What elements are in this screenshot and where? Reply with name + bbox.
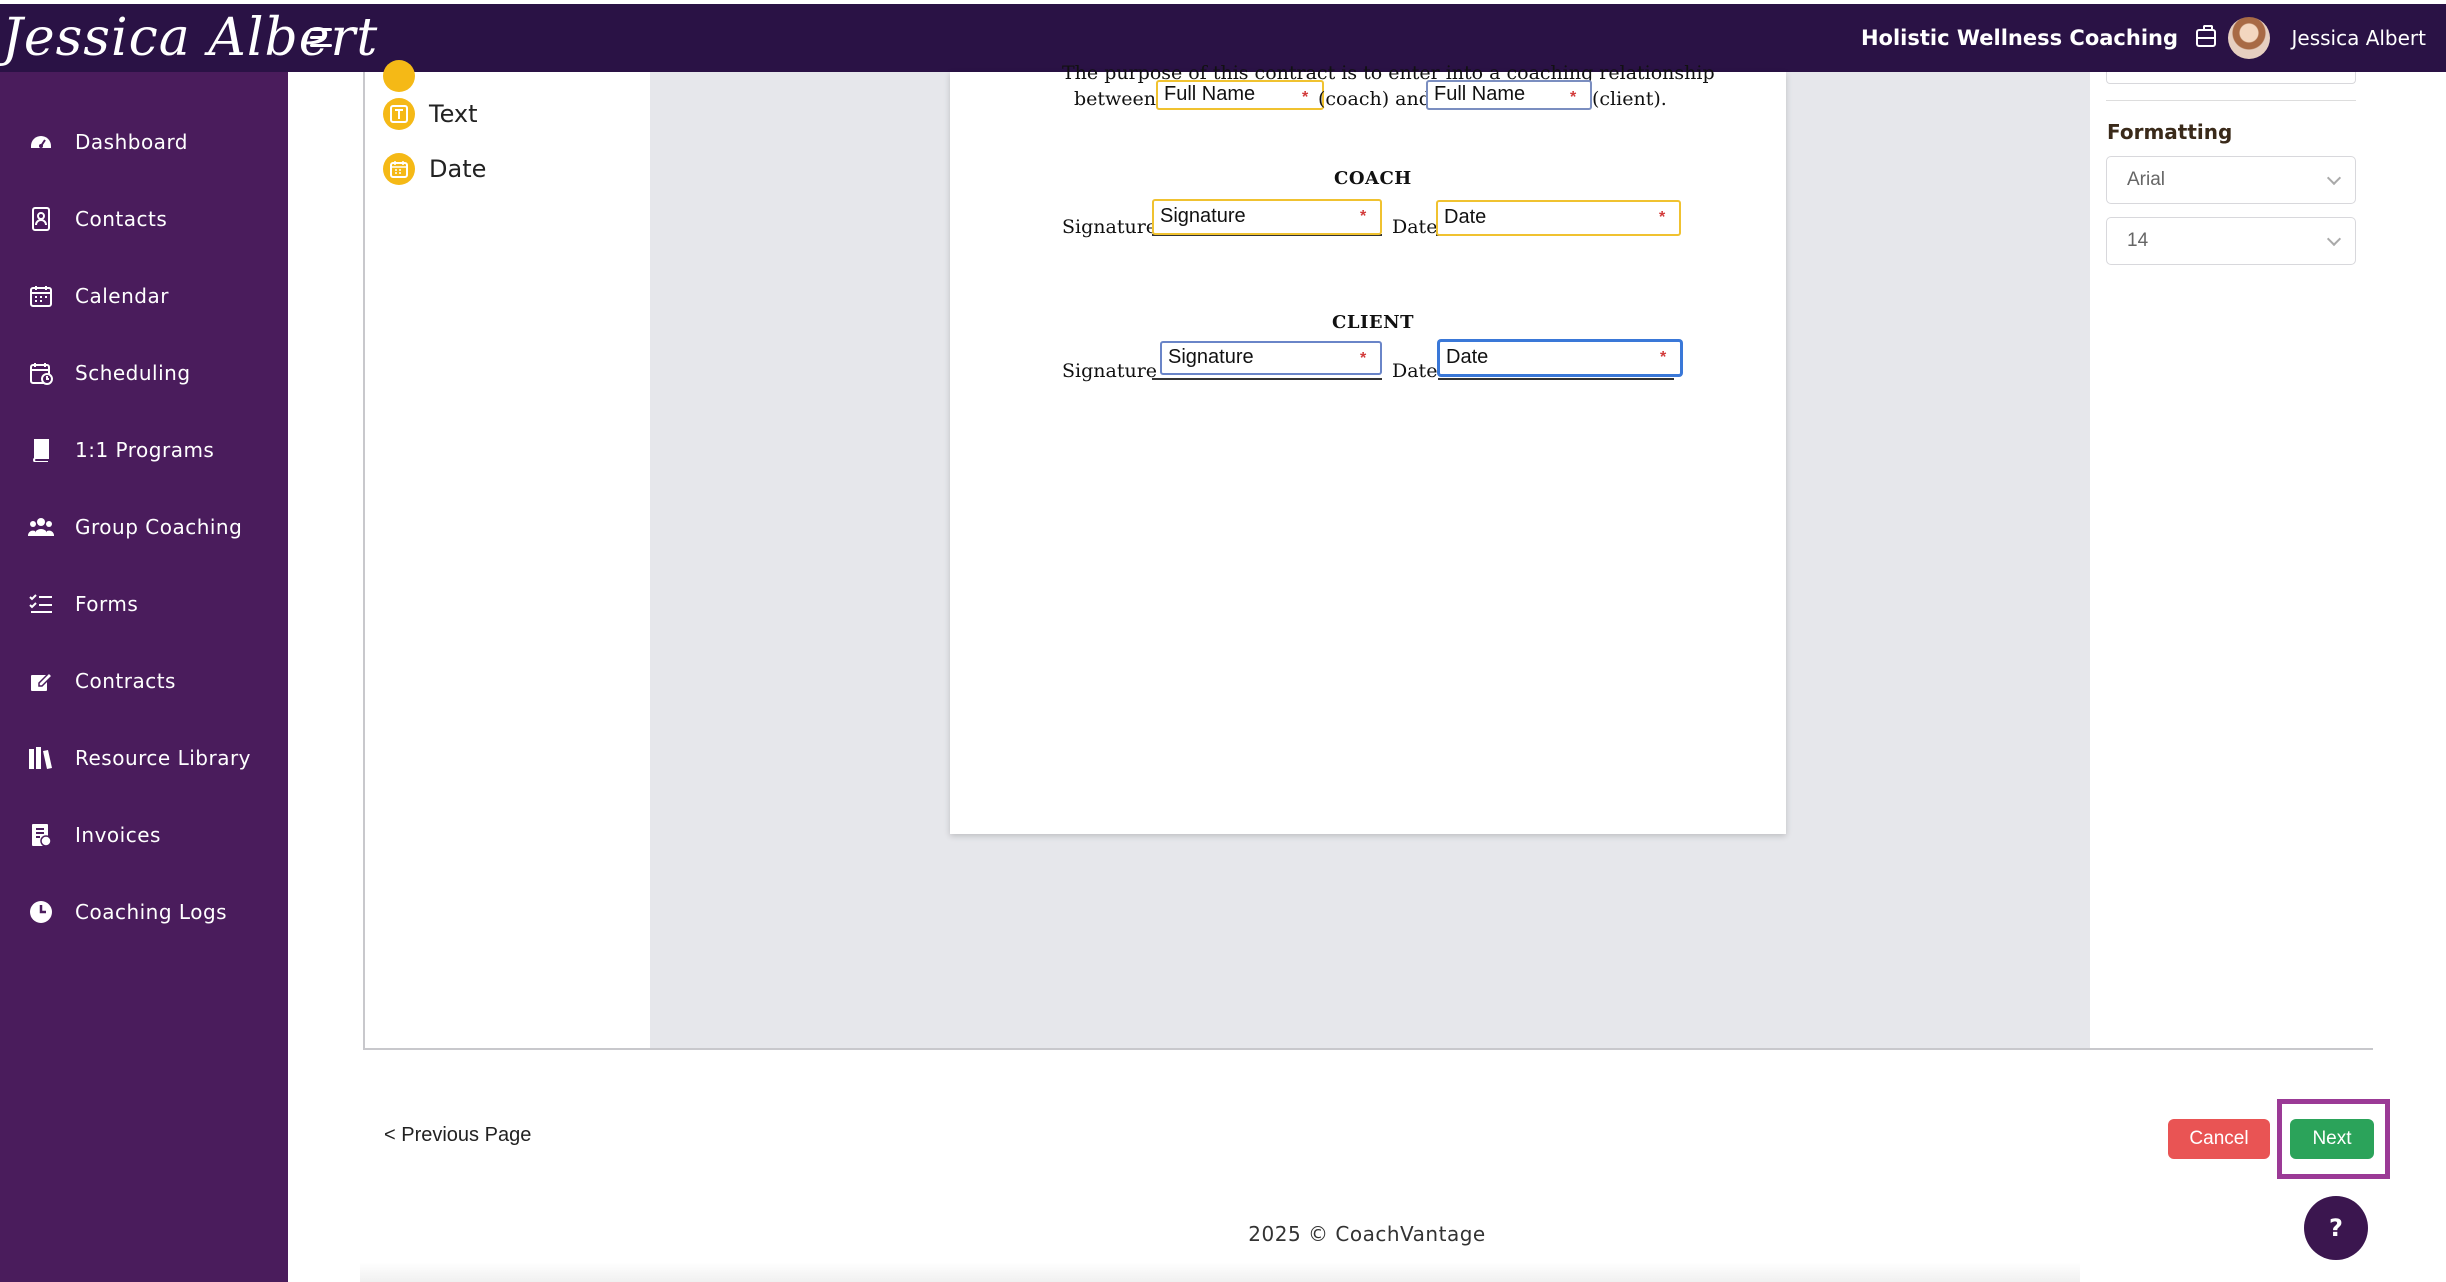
sidebar-item-label: 1:1 Programs bbox=[75, 438, 215, 462]
coach-heading: COACH bbox=[1334, 168, 1412, 189]
field-type-partial[interactable] bbox=[383, 58, 415, 94]
coach-full-name-field[interactable]: Full Name * bbox=[1156, 80, 1324, 110]
sidebar-item-scheduling[interactable]: Scheduling bbox=[0, 343, 288, 403]
sidebar-item-label: Contacts bbox=[75, 207, 168, 231]
invoice-icon bbox=[28, 822, 54, 848]
font-family-value: Arial bbox=[2127, 169, 2166, 190]
hamburger-menu-icon[interactable] bbox=[310, 26, 336, 50]
user-name[interactable]: Jessica Albert bbox=[2291, 4, 2426, 72]
field-type-label: Text bbox=[429, 100, 478, 128]
scheduling-icon bbox=[28, 360, 54, 386]
client-heading: CLIENT bbox=[1332, 312, 1414, 333]
field-icon bbox=[383, 60, 415, 92]
required-marker-icon: * bbox=[1570, 89, 1577, 106]
required-marker-icon: * bbox=[1659, 209, 1666, 226]
copyright: 2025 © CoachVantage bbox=[1248, 1222, 1486, 1246]
coach-signature-label: Signature bbox=[1062, 216, 1158, 238]
document-canvas: The purpose of this contract is to enter… bbox=[650, 62, 2090, 1048]
calendar-icon bbox=[28, 283, 54, 309]
font-size-value: 14 bbox=[2127, 230, 2149, 251]
sidebar-item-label: Dashboard bbox=[75, 130, 189, 154]
group-icon bbox=[28, 514, 54, 540]
properties-panel: Formatting Arial 14 bbox=[2090, 72, 2373, 1048]
forms-icon bbox=[28, 591, 54, 617]
sidebar-item-label: Contracts bbox=[75, 669, 176, 693]
contract-icon bbox=[28, 668, 54, 694]
date-field-icon bbox=[383, 153, 415, 185]
client-date-field[interactable]: Date * bbox=[1438, 340, 1682, 376]
sidebar-item-dashboard[interactable]: Dashboard bbox=[0, 112, 288, 172]
divider bbox=[2106, 100, 2356, 101]
sidebar-item-programs[interactable]: 1:1 Programs bbox=[0, 420, 288, 480]
clock-icon bbox=[28, 899, 54, 925]
sidebar: Dashboard Contacts Calendar Scheduling 1… bbox=[0, 72, 288, 1282]
client-signature-field[interactable]: Signature * bbox=[1160, 341, 1382, 375]
sidebar-item-label: Invoices bbox=[75, 823, 161, 847]
field-type-date[interactable]: Date bbox=[383, 151, 486, 187]
sidebar-item-label: Coaching Logs bbox=[75, 900, 228, 924]
bottom-shadow bbox=[360, 1262, 2080, 1282]
font-size-select[interactable]: 14 bbox=[2106, 217, 2356, 265]
intro-between: between bbox=[1074, 88, 1157, 110]
book-icon bbox=[28, 437, 54, 463]
client-signature-line bbox=[1152, 378, 1382, 380]
field-label: Full Name bbox=[1434, 83, 1526, 105]
formatting-title: Formatting bbox=[2107, 120, 2233, 144]
field-palette: Text Date bbox=[365, 60, 650, 1048]
required-marker-icon: * bbox=[1360, 208, 1367, 225]
sidebar-item-label: Calendar bbox=[75, 284, 169, 308]
field-label: Signature bbox=[1168, 346, 1254, 368]
field-type-text[interactable]: Text bbox=[383, 96, 478, 132]
intro-coach: (coach) and bbox=[1318, 88, 1431, 110]
required-marker-icon: * bbox=[1360, 350, 1367, 367]
required-marker-icon: * bbox=[1302, 89, 1309, 106]
field-type-label: Date bbox=[429, 155, 487, 183]
contract-page: The purpose of this contract is to enter… bbox=[950, 62, 1786, 834]
sidebar-item-invoices[interactable]: Invoices bbox=[0, 805, 288, 865]
sidebar-item-contacts[interactable]: Contacts bbox=[0, 189, 288, 249]
cancel-button[interactable]: Cancel bbox=[2168, 1119, 2270, 1159]
sidebar-item-coaching-logs[interactable]: Coaching Logs bbox=[0, 882, 288, 942]
chevron-down-icon bbox=[2326, 231, 2342, 247]
sidebar-item-label: Group Coaching bbox=[75, 515, 243, 539]
sidebar-item-contracts[interactable]: Contracts bbox=[0, 651, 288, 711]
next-button-highlight bbox=[2277, 1099, 2390, 1179]
sidebar-item-resource-library[interactable]: Resource Library bbox=[0, 728, 288, 788]
library-icon bbox=[28, 745, 54, 771]
property-input[interactable] bbox=[2106, 72, 2356, 84]
sidebar-item-label: Forms bbox=[75, 592, 139, 616]
font-family-select[interactable]: Arial bbox=[2106, 156, 2356, 204]
contacts-icon bbox=[28, 206, 54, 232]
help-button[interactable]: ? bbox=[2304, 1196, 2368, 1260]
briefcase-icon[interactable] bbox=[2196, 25, 2216, 47]
field-label: Date bbox=[1446, 346, 1489, 368]
intro-client: (client). bbox=[1592, 88, 1667, 110]
client-date-line bbox=[1438, 378, 1674, 380]
avatar[interactable] bbox=[2228, 17, 2270, 59]
chevron-down-icon bbox=[2326, 170, 2342, 186]
text-field-icon bbox=[383, 98, 415, 130]
client-signature-label: Signature bbox=[1062, 360, 1158, 382]
contract-builder: Text Date The purpose of this contract i… bbox=[363, 60, 2373, 1050]
business-name: Holistic Wellness Coaching bbox=[1860, 26, 2178, 50]
coach-date-field[interactable]: Date * bbox=[1436, 200, 1681, 236]
sidebar-item-calendar[interactable]: Calendar bbox=[0, 266, 288, 326]
coach-date-label: Date bbox=[1392, 216, 1438, 238]
sidebar-item-label: Resource Library bbox=[75, 746, 252, 770]
dashboard-icon bbox=[28, 129, 54, 155]
coach-signature-field[interactable]: Signature * bbox=[1152, 199, 1382, 235]
field-label: Signature bbox=[1160, 205, 1246, 227]
previous-page-link[interactable]: < Previous Page bbox=[384, 1124, 531, 1147]
client-date-label: Date bbox=[1392, 360, 1438, 382]
sidebar-item-label: Scheduling bbox=[75, 361, 191, 385]
required-marker-icon: * bbox=[1660, 349, 1667, 366]
sidebar-item-group-coaching[interactable]: Group Coaching bbox=[0, 497, 288, 557]
sidebar-item-forms[interactable]: Forms bbox=[0, 574, 288, 634]
field-label: Full Name bbox=[1164, 83, 1256, 105]
field-label: Date bbox=[1444, 206, 1487, 228]
client-full-name-field[interactable]: Full Name * bbox=[1426, 80, 1592, 110]
